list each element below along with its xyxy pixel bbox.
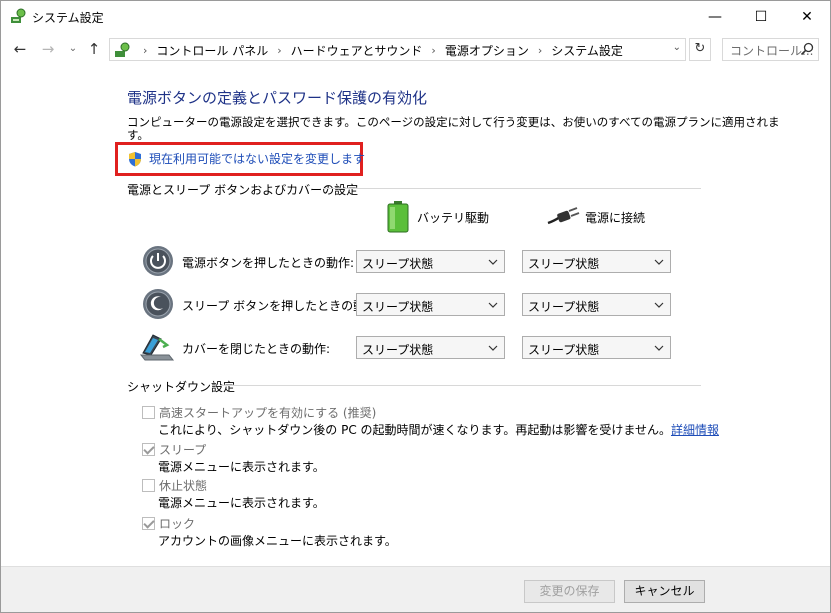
lid-close-ac-value: スリープ状態 <box>528 343 600 357</box>
hibernate-description: 電源メニューに表示されます。 <box>158 496 325 510</box>
sleep-button-battery-select[interactable]: スリープ状態 <box>356 293 505 316</box>
hibernate-checkbox[interactable] <box>142 479 155 492</box>
sleep-button-icon <box>143 289 173 319</box>
sleep-button-ac-value: スリープ状態 <box>528 300 600 314</box>
shutdown-section-header: シャットダウン設定 <box>127 380 236 394</box>
chevron-down-icon <box>488 302 498 308</box>
breadcrumb-system-settings[interactable]: システム設定 <box>551 42 623 59</box>
hibernate-label: 休止状態 <box>159 479 208 493</box>
power-button-battery-select[interactable]: スリープ状態 <box>356 250 505 273</box>
battery-column-label: バッテリ駆動 <box>417 210 490 225</box>
sleep-label: スリープ <box>159 443 207 457</box>
hibernate-checkbox-row[interactable]: 休止状態 <box>142 477 207 494</box>
sleep-checkbox-row[interactable]: スリープ <box>142 441 206 458</box>
chevron-down-icon <box>654 345 664 351</box>
fast-startup-description-text: これにより、シャットダウン後の PC の起動時間が速くなります。再起動は影響を受… <box>158 423 671 437</box>
section-divider <box>323 188 701 189</box>
chevron-down-icon <box>488 345 498 351</box>
footer-bar: 変更の保存 キャンセル <box>1 566 830 612</box>
recent-locations-button[interactable]: ⌄ <box>64 40 82 58</box>
lid-close-battery-value: スリープ状態 <box>362 343 434 357</box>
close-button[interactable]: ✕ <box>784 1 830 32</box>
more-info-link[interactable]: 詳細情報 <box>671 423 719 437</box>
lock-label: ロック <box>159 517 196 531</box>
navigation-bar: ← → ⌄ ↑ › コントロール パネル › ハードウェアとサウンド › 電源オ… <box>1 32 830 66</box>
breadcrumb-hardware-sound[interactable]: ハードウェアとサウンド <box>291 42 423 59</box>
window-title: システム設定 <box>32 11 104 25</box>
minimize-button[interactable]: — <box>692 1 738 32</box>
ac-column-label: 電源に接続 <box>585 210 646 225</box>
sleep-description: 電源メニューに表示されます。 <box>158 460 325 474</box>
sleep-button-battery-value: スリープ状態 <box>362 300 434 314</box>
fast-startup-label: 高速スタートアップを有効にする (推奨) <box>159 406 377 420</box>
address-bar[interactable]: › コントロール パネル › ハードウェアとサウンド › 電源オプション › シ… <box>109 38 686 61</box>
lid-close-battery-select[interactable]: スリープ状態 <box>356 336 505 359</box>
sleep-checkbox[interactable] <box>142 443 155 456</box>
change-settings-link[interactable]: 現在利用可能ではない設定を変更します <box>127 150 365 167</box>
description-text: コンピューターの電源設定を選択できます。このページの設定に対して行う変更は、お使… <box>127 115 780 129</box>
power-button-ac-value: スリープ状態 <box>528 257 600 271</box>
power-button-battery-value: スリープ状態 <box>362 257 434 271</box>
cancel-button[interactable]: キャンセル <box>624 580 705 603</box>
power-options-icon <box>11 8 26 23</box>
chevron-down-icon <box>654 302 664 308</box>
chevron-right-icon[interactable]: › <box>277 44 281 57</box>
section-divider <box>220 385 701 386</box>
sleep-button-action-label: スリープ ボタンを押したときの動作: <box>182 299 382 313</box>
page-title: 電源ボタンの定義とパスワード保護の有効化 <box>127 89 428 107</box>
uac-shield-icon <box>129 151 141 166</box>
chevron-right-icon: › <box>143 44 148 57</box>
power-button-ac-select[interactable]: スリープ状態 <box>522 250 671 273</box>
lock-checkbox[interactable] <box>142 517 155 530</box>
laptop-lid-icon <box>139 334 175 361</box>
chevron-down-icon[interactable]: ⌄ <box>673 42 681 53</box>
lock-checkbox-row[interactable]: ロック <box>142 515 195 532</box>
power-button-icon <box>143 246 173 276</box>
power-button-action-label: 電源ボタンを押したときの動作: <box>182 256 355 270</box>
refresh-button[interactable]: ↻ <box>689 38 711 61</box>
breadcrumb-power-options[interactable]: 電源オプション <box>445 42 529 59</box>
chevron-right-icon[interactable]: › <box>431 44 435 57</box>
chevron-right-icon[interactable]: › <box>538 44 542 57</box>
plug-icon <box>547 207 580 225</box>
chevron-down-icon <box>654 259 664 265</box>
fast-startup-checkbox-row[interactable]: 高速スタートアップを有効にする (推奨) <box>142 404 376 421</box>
system-settings-window: システム設定 — ☐ ✕ ← → ⌄ ↑ › コントロール パネル › ハードウ… <box>0 0 831 613</box>
breadcrumb: › コントロール パネル › ハードウェアとサウンド › 電源オプション › シ… <box>134 42 623 59</box>
breadcrumb-control-panel[interactable]: コントロール パネル <box>156 42 268 59</box>
change-settings-link-label[interactable]: 現在利用可能ではない設定を変更します <box>149 150 365 167</box>
control-panel-icon <box>115 42 130 57</box>
chevron-down-icon <box>488 259 498 265</box>
battery-icon <box>387 201 409 233</box>
lock-description: アカウントの画像メニューに表示されます。 <box>158 534 397 548</box>
main-content: 電源ボタンの定義とパスワード保護の有効化 コンピューターの電源設定を選択できます… <box>1 66 830 566</box>
sleep-button-ac-select[interactable]: スリープ状態 <box>522 293 671 316</box>
lid-close-action-label: カバーを閉じたときの動作: <box>182 342 331 356</box>
title-bar: システム設定 — ☐ ✕ <box>1 1 830 32</box>
description-text-continued: す。 <box>127 128 149 142</box>
up-button[interactable]: ↑ <box>85 40 103 58</box>
save-changes-button[interactable]: 変更の保存 <box>524 580 615 603</box>
fast-startup-checkbox[interactable] <box>142 406 155 419</box>
back-button[interactable]: ← <box>11 40 29 58</box>
power-section-header: 電源とスリープ ボタンおよびカバーの設定 <box>127 183 359 197</box>
search-icon <box>800 42 814 56</box>
fast-startup-description: これにより、シャットダウン後の PC の起動時間が速くなります。再起動は影響を受… <box>158 421 719 438</box>
search-input[interactable]: コントロール... <box>722 38 819 61</box>
forward-button[interactable]: → <box>39 40 57 58</box>
battery-column-header: バッテリ駆動 <box>387 201 489 233</box>
maximize-button[interactable]: ☐ <box>738 1 784 32</box>
ac-column-header: 電源に接続 <box>546 207 645 227</box>
lid-close-ac-select[interactable]: スリープ状態 <box>522 336 671 359</box>
